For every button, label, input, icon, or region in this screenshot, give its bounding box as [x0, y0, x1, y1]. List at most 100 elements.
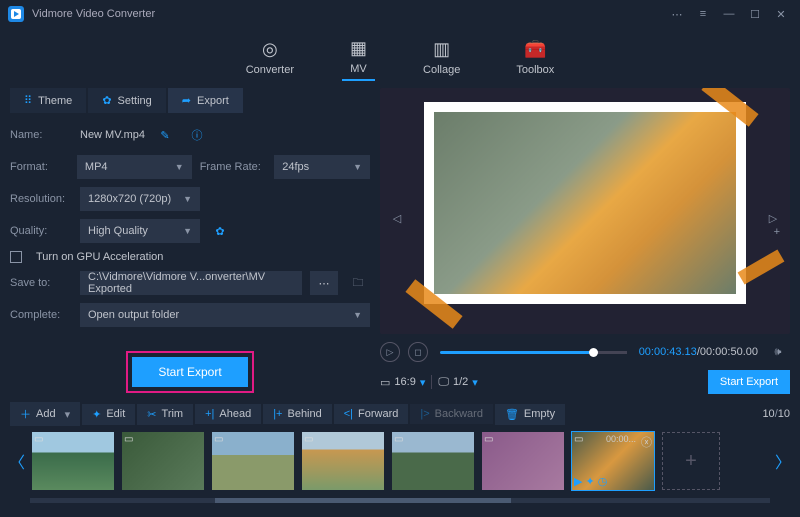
- menu-icon[interactable]: ≡: [692, 3, 714, 25]
- preview-add-button[interactable]: +: [774, 226, 780, 238]
- preview-next-button[interactable]: ▷: [766, 211, 780, 225]
- aspect-ratio-select[interactable]: ▭16:9▾: [380, 376, 425, 389]
- quality-select[interactable]: High Quality▼: [80, 219, 200, 243]
- image-icon: ▭: [484, 434, 493, 445]
- edit-button[interactable]: ✦Edit: [82, 404, 135, 425]
- complete-value: Open output folder: [88, 309, 179, 321]
- scrollbar-thumb[interactable]: [215, 498, 511, 503]
- thumb-scrollbar[interactable]: [30, 498, 770, 503]
- row-name: Name: New MV.mp4 ✎ ⓘ: [10, 123, 370, 147]
- subtab-label: Theme: [38, 95, 72, 107]
- setting-icon: ✿: [102, 94, 111, 107]
- tab-collage[interactable]: ▥ Collage: [415, 34, 468, 80]
- info-icon[interactable]: ⓘ: [185, 123, 209, 147]
- zoom-select[interactable]: 🖵1/2▾: [438, 376, 477, 389]
- time-current: 00:00:43.13: [639, 346, 697, 358]
- quality-settings-icon[interactable]: ✿: [208, 219, 232, 243]
- thumb-play-icon[interactable]: ▶: [574, 475, 582, 488]
- trim-button[interactable]: ✂Trim: [137, 404, 193, 425]
- clip-thumbnail[interactable]: ▭: [32, 432, 114, 490]
- format-select[interactable]: MP4▼: [77, 155, 192, 179]
- image-icon: ▭: [34, 434, 43, 445]
- start-export-side-button[interactable]: Start Export: [708, 370, 790, 394]
- clip-thumbnail[interactable]: ▭: [392, 432, 474, 490]
- close-button[interactable]: ✕: [770, 3, 792, 25]
- feedback-icon[interactable]: ⋯: [666, 3, 688, 25]
- player-controls: ▷ ◻ 00:00:43.13/00:00:50.00 🕪: [380, 340, 790, 364]
- btn-label: Behind: [287, 408, 321, 420]
- framerate-value: 24fps: [282, 161, 309, 173]
- framerate-select[interactable]: 24fps▼: [274, 155, 370, 179]
- tab-toolbox[interactable]: 🧰 Toolbox: [508, 34, 562, 80]
- thumb-time-icon[interactable]: ◷: [598, 475, 608, 488]
- tab-label: Collage: [423, 64, 460, 76]
- tab-converter[interactable]: ◎ Converter: [238, 34, 302, 80]
- thumb-next-button[interactable]: 〉: [776, 449, 790, 473]
- clip-thumbnail[interactable]: ▭: [212, 432, 294, 490]
- thumbnail-strip: 〈 ▭ ▭ ▭ ▭ ▭ ▭ ▭ ⓧ 00:00... ▶✦ ◷ + 〉: [0, 432, 800, 496]
- subtab-export[interactable]: ➦Export: [168, 88, 243, 113]
- gpu-checkbox[interactable]: [10, 251, 22, 263]
- time-total: 00:00:50.00: [700, 346, 758, 358]
- play-button[interactable]: ▷: [380, 342, 400, 362]
- caret-icon: ▼: [353, 310, 362, 320]
- time-display: 00:00:43.13/00:00:50.00: [639, 346, 758, 358]
- trash-icon: 🗑: [505, 408, 519, 421]
- export-panel: ⠿Theme ✿ Setting ➦Export Name: New MV.mp4…: [0, 86, 380, 396]
- empty-button[interactable]: 🗑Empty: [495, 404, 565, 425]
- collage-icon: ▥: [433, 38, 450, 60]
- minimize-button[interactable]: —: [718, 3, 740, 25]
- remove-clip-icon[interactable]: ⓧ: [641, 434, 652, 450]
- toolbox-icon: 🧰: [524, 38, 546, 60]
- add-clip-placeholder[interactable]: +: [662, 432, 720, 490]
- volume-icon[interactable]: 🕪: [766, 340, 790, 364]
- backward-button[interactable]: |>Backward: [410, 404, 493, 424]
- caret-icon: ▾: [420, 376, 426, 389]
- preview-prev-button[interactable]: ◁: [390, 211, 404, 225]
- thumb-prev-button[interactable]: 〈: [10, 449, 24, 473]
- saveto-field[interactable]: C:\Vidmore\Vidmore V...onverter\MV Expor…: [80, 271, 302, 295]
- behind-button[interactable]: |+Behind: [263, 404, 332, 424]
- edit-name-icon[interactable]: ✎: [153, 123, 177, 147]
- forward-button[interactable]: <|Forward: [334, 404, 409, 424]
- subtab-label: Setting: [118, 95, 152, 107]
- stop-button[interactable]: ◻: [408, 342, 428, 362]
- image-icon: ▭: [214, 434, 223, 445]
- resolution-select[interactable]: 1280x720 (720p)▼: [80, 187, 200, 211]
- image-icon: ▭: [574, 434, 583, 445]
- seek-thumb[interactable]: [589, 348, 598, 357]
- btn-label: Edit: [106, 408, 125, 420]
- clip-thumbnail[interactable]: ▭: [302, 432, 384, 490]
- caret-icon: ▾: [472, 376, 478, 389]
- start-export-highlight: Start Export: [126, 351, 253, 393]
- clip-thumbnail-selected[interactable]: ▭ ⓧ 00:00... ▶✦ ◷: [572, 432, 654, 490]
- counter-total: 10: [778, 408, 790, 420]
- clip-thumbnail[interactable]: ▭: [122, 432, 204, 490]
- separator: [431, 375, 432, 389]
- resolution-value: 1280x720 (720p): [88, 193, 171, 205]
- clip-thumbnail[interactable]: ▭: [482, 432, 564, 490]
- counter-current: 10: [762, 408, 774, 420]
- tab-mv[interactable]: ▦ MV: [342, 33, 375, 81]
- maximize-button[interactable]: ☐: [744, 3, 766, 25]
- export-icon: ➦: [182, 94, 191, 107]
- thumb-time: 00:00...: [606, 434, 636, 444]
- start-export-button[interactable]: Start Export: [132, 357, 247, 387]
- seek-slider[interactable]: [440, 351, 627, 354]
- tab-label: Toolbox: [516, 64, 554, 76]
- ahead-button[interactable]: +|Ahead: [195, 404, 261, 424]
- saveto-more-button[interactable]: ⋯: [310, 271, 338, 295]
- btn-label: Ahead: [219, 408, 251, 420]
- subtab-theme[interactable]: ⠿Theme: [10, 88, 86, 113]
- main-nav: ◎ Converter ▦ MV ▥ Collage 🧰 Toolbox: [0, 28, 800, 86]
- mv-icon: ▦: [350, 37, 367, 59]
- image-icon: ▭: [394, 434, 403, 445]
- gpu-row[interactable]: Turn on GPU Acceleration: [10, 251, 370, 263]
- preview-options: ▭16:9▾ 🖵1/2▾ Start Export: [380, 370, 790, 394]
- thumb-edit-icon[interactable]: ✦: [585, 475, 594, 488]
- add-button[interactable]: ＋Add▾: [10, 402, 80, 426]
- btn-label: Add: [36, 408, 56, 420]
- open-folder-icon[interactable]: 🗀: [346, 271, 370, 295]
- complete-select[interactable]: Open output folder ▼: [80, 303, 370, 327]
- subtab-setting[interactable]: ✿ Setting: [88, 88, 165, 113]
